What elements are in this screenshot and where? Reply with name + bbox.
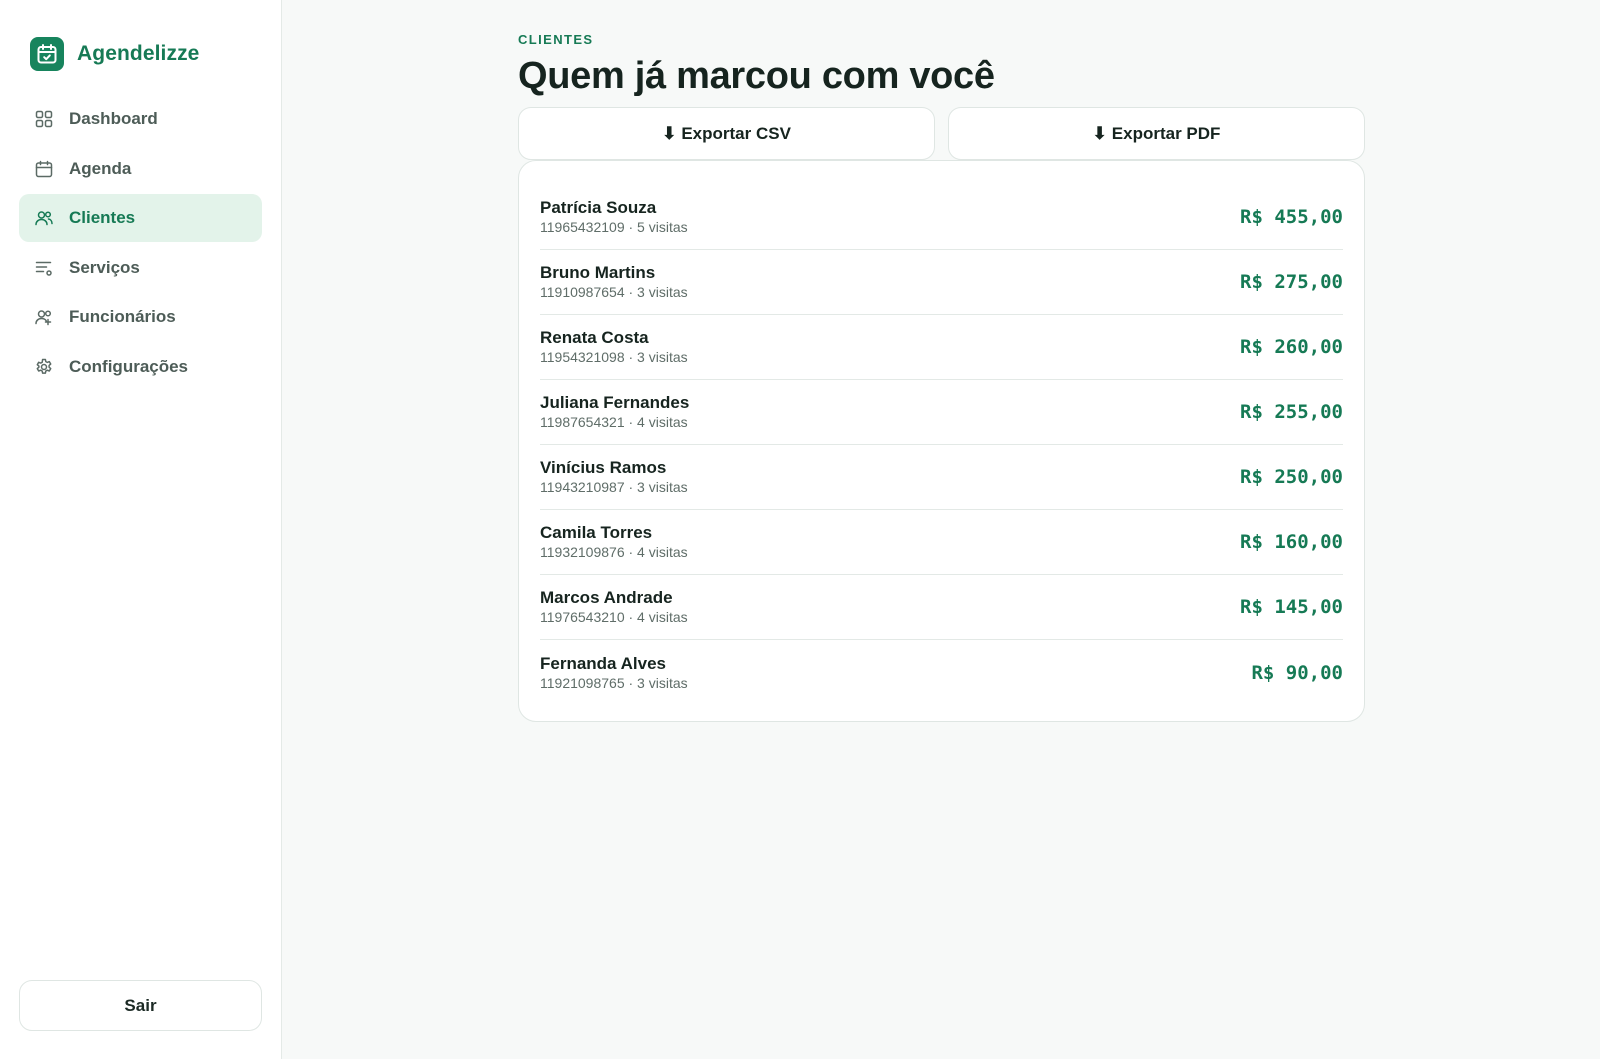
sidebar-item-configuracoes[interactable]: Configurações [19,343,262,391]
brand[interactable]: Agendelizze [30,37,199,71]
client-meta: 11921098765 · 3 visitas [540,674,688,691]
export-pdf-button[interactable]: ⬇ Exportar PDF [948,107,1365,160]
list-item[interactable]: Renata Costa 11954321098 · 3 visitas R$ … [540,315,1343,380]
calendar-check-icon [30,37,64,71]
client-meta: 11954321098 · 3 visitas [540,349,688,365]
export-csv-button[interactable]: ⬇ Exportar CSV [518,107,935,160]
client-meta: 11965432109 · 5 visitas [540,219,688,235]
client-total: R$ 260,00 [1240,336,1343,358]
client-name: Patrícia Souza [540,198,657,217]
services-list-icon [35,261,52,276]
page-title: Quem já marcou com você [518,55,995,97]
list-item[interactable]: Patrícia Souza 11965432109 · 5 visitas R… [540,185,1343,250]
list-item[interactable]: Vinícius Ramos 11943210987 · 3 visitas R… [540,445,1343,510]
sidebar-nav: Dashboard Agenda Clientes Serviços Funci… [19,95,262,392]
gear-icon [36,358,52,374]
download-arrow-icon: ⬇ [1092,123,1107,143]
client-name: Renata Costa [540,328,649,347]
section-eyebrow: CLIENTES [518,32,594,47]
client-name: Vinícius Ramos [540,458,667,477]
logout-button[interactable]: Sair [19,980,262,1031]
sidebar-item-label: Serviços [69,257,140,277]
client-meta: 11943210987 · 3 visitas [540,479,688,495]
client-total: R$ 255,00 [1240,401,1343,423]
sidebar-item-servicos[interactable]: Serviços [19,244,262,292]
sidebar-item-label: Dashboard [69,109,158,128]
client-meta: 11987654321 · 4 visitas [540,414,688,430]
client-total: R$ 145,00 [1240,596,1343,618]
sidebar-item-label: Clientes [69,208,136,227]
dashboard-grid-icon [35,110,53,128]
export-actions: ⬇ Exportar CSV ⬇ Exportar PDF [518,107,1365,160]
sidebar-item-clientes[interactable]: Clientes [19,194,262,242]
client-meta: 11976543210 · 4 visitas [540,609,688,625]
client-list: Patrícia Souza 11965432109 · 5 visitas R… [518,160,1365,722]
client-meta: 11932109876 · 4 visitas [540,544,688,560]
download-arrow-icon: ⬇ [662,123,677,143]
client-name: Camila Torres [540,523,653,542]
client-total: R$ 275,00 [1240,271,1343,293]
export-pdf-label: Exportar PDF [1111,123,1221,143]
client-total: R$ 90,00 [1251,661,1343,684]
sidebar-item-label: Configurações [69,356,189,376]
staff-icon [35,310,52,326]
calendar-icon [35,160,53,177]
sidebar-item-dashboard[interactable]: Dashboard [19,95,262,143]
client-name: Juliana Fernandes [540,393,690,412]
list-item[interactable]: Marcos Andrade 11976543210 · 4 visitas R… [540,575,1343,640]
client-total: R$ 250,00 [1240,466,1343,488]
sidebar-item-label: Agenda [69,158,132,178]
client-name: Marcos Andrade [540,588,673,607]
users-icon [35,211,53,226]
client-name: Bruno Martins [540,263,656,282]
sidebar-item-agenda[interactable]: Agenda [19,145,262,193]
export-csv-label: Exportar CSV [681,123,791,143]
list-item[interactable]: Bruno Martins 11910987654 · 3 visitas R$… [540,250,1343,315]
sidebar: Agendelizze Dashboard Agenda Clientes Se… [0,0,282,1059]
list-item[interactable]: Fernanda Alves 11921098765 · 3 visitas R… [540,640,1343,705]
list-item[interactable]: Camila Torres 11932109876 · 4 visitas R$… [540,510,1343,575]
sidebar-item-label: Funcionários [69,307,176,326]
client-meta: 11910987654 · 3 visitas [540,284,688,300]
client-name: Fernanda Alves [540,653,666,673]
brand-name: Agendelizze [77,42,200,65]
sidebar-item-funcionarios[interactable]: Funcionários [19,293,262,341]
client-total: R$ 160,00 [1240,531,1343,553]
list-item[interactable]: Juliana Fernandes 11987654321 · 4 visita… [540,380,1343,445]
client-total: R$ 455,00 [1240,206,1343,228]
